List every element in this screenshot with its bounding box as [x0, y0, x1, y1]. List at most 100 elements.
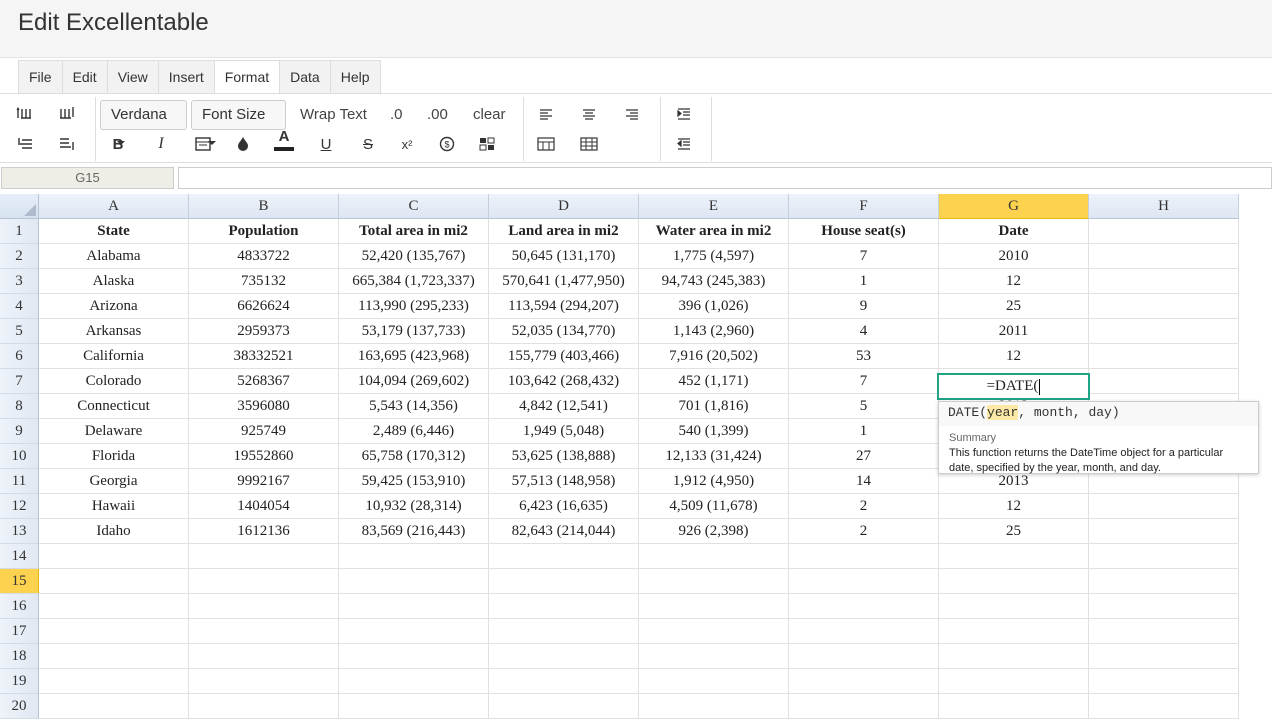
cell-e13[interactable]: 926 (2,398) [639, 519, 789, 544]
cell-e10[interactable]: 12,133 (31,424) [639, 444, 789, 469]
cell-d19[interactable] [489, 669, 639, 694]
cell-c13[interactable]: 83,569 (216,443) [339, 519, 489, 544]
cell-e11[interactable]: 1,912 (4,950) [639, 469, 789, 494]
cell-f6[interactable]: 53 [789, 344, 939, 369]
cell-h3[interactable] [1089, 269, 1239, 294]
cell-a11[interactable]: Georgia [39, 469, 189, 494]
cell-name-box[interactable]: G15 [1, 167, 174, 189]
cell-e20[interactable] [639, 694, 789, 719]
cell-f11[interactable]: 14 [789, 469, 939, 494]
cell-a3[interactable]: Alaska [39, 269, 189, 294]
cell-f15[interactable] [789, 569, 939, 594]
menu-tab-format[interactable]: Format [214, 61, 281, 94]
menu-tab-file[interactable]: File [19, 61, 63, 93]
cell-g16[interactable] [939, 594, 1089, 619]
menu-tab-view[interactable]: View [108, 61, 159, 93]
cell-e18[interactable] [639, 644, 789, 669]
underline-button[interactable]: U [312, 131, 340, 157]
border-icon[interactable] [189, 131, 217, 157]
cell-f14[interactable] [789, 544, 939, 569]
row-header-8[interactable]: 8 [0, 394, 39, 419]
cell-c1[interactable]: Total area in mi2 [339, 219, 489, 244]
cell-a19[interactable] [39, 669, 189, 694]
cell-d3[interactable]: 570,641 (1,477,950) [489, 269, 639, 294]
cell-c15[interactable] [339, 569, 489, 594]
cell-g17[interactable] [939, 619, 1089, 644]
cell-f17[interactable] [789, 619, 939, 644]
row-header-5[interactable]: 5 [0, 319, 39, 344]
formula-input[interactable] [178, 167, 1272, 189]
cell-a9[interactable]: Delaware [39, 419, 189, 444]
cell-a16[interactable] [39, 594, 189, 619]
cell-b20[interactable] [189, 694, 339, 719]
cell-c19[interactable] [339, 669, 489, 694]
italic-button[interactable]: I [147, 131, 175, 157]
cell-a14[interactable] [39, 544, 189, 569]
column-header-h[interactable]: H [1089, 194, 1239, 219]
cell-a10[interactable]: Florida [39, 444, 189, 469]
cell-f13[interactable]: 2 [789, 519, 939, 544]
cell-g20[interactable] [939, 694, 1089, 719]
cell-e14[interactable] [639, 544, 789, 569]
cell-g13[interactable]: 25 [939, 519, 1089, 544]
cell-d11[interactable]: 57,513 (148,958) [489, 469, 639, 494]
cell-h14[interactable] [1089, 544, 1239, 569]
cell-c10[interactable]: 65,758 (170,312) [339, 444, 489, 469]
cell-e6[interactable]: 7,916 (20,502) [639, 344, 789, 369]
cell-a2[interactable]: Alabama [39, 244, 189, 269]
column-header-f[interactable]: F [789, 194, 939, 219]
currency-icon[interactable]: $ [433, 131, 461, 157]
insert-column-right-icon[interactable] [53, 101, 81, 127]
row-header-19[interactable]: 19 [0, 669, 39, 694]
font-family-dropdown[interactable]: Verdana [100, 100, 187, 146]
cell-d18[interactable] [489, 644, 639, 669]
cell-b18[interactable] [189, 644, 339, 669]
text-color-button[interactable]: A [270, 127, 298, 153]
fill-color-icon[interactable] [229, 131, 257, 157]
cell-a15[interactable] [39, 569, 189, 594]
cell-a4[interactable]: Arizona [39, 294, 189, 319]
cell-d20[interactable] [489, 694, 639, 719]
cell-h2[interactable] [1089, 244, 1239, 269]
cell-c8[interactable]: 5,543 (14,356) [339, 394, 489, 419]
cell-e5[interactable]: 1,143 (2,960) [639, 319, 789, 344]
conditional-format-icon[interactable] [473, 131, 501, 157]
cell-g2[interactable]: 2010 [939, 244, 1089, 269]
cell-h17[interactable] [1089, 619, 1239, 644]
merge-cells-icon[interactable] [532, 131, 560, 157]
cell-h4[interactable] [1089, 294, 1239, 319]
cell-a7[interactable]: Colorado [39, 369, 189, 394]
cell-f16[interactable] [789, 594, 939, 619]
cell-e16[interactable] [639, 594, 789, 619]
cell-c2[interactable]: 52,420 (135,767) [339, 244, 489, 269]
active-cell-editor[interactable]: =DATE( [937, 373, 1090, 400]
menu-tab-help[interactable]: Help [331, 61, 380, 93]
clear-format-button[interactable]: clear [473, 100, 506, 130]
cell-b9[interactable]: 925749 [189, 419, 339, 444]
cell-h13[interactable] [1089, 519, 1239, 544]
font-size-dropdown[interactable]: Font Size [191, 100, 286, 146]
cell-d4[interactable]: 113,594 (294,207) [489, 294, 639, 319]
cell-h16[interactable] [1089, 594, 1239, 619]
cell-c4[interactable]: 113,990 (295,233) [339, 294, 489, 319]
cell-d1[interactable]: Land area in mi2 [489, 219, 639, 244]
cell-c11[interactable]: 59,425 (153,910) [339, 469, 489, 494]
cell-a6[interactable]: California [39, 344, 189, 369]
cell-h18[interactable] [1089, 644, 1239, 669]
cell-f19[interactable] [789, 669, 939, 694]
cell-e19[interactable] [639, 669, 789, 694]
cell-a1[interactable]: State [39, 219, 189, 244]
cell-b13[interactable]: 1612136 [189, 519, 339, 544]
cell-e2[interactable]: 1,775 (4,597) [639, 244, 789, 269]
row-header-18[interactable]: 18 [0, 644, 39, 669]
row-header-1[interactable]: 1 [0, 219, 39, 244]
cell-c16[interactable] [339, 594, 489, 619]
cell-f10[interactable]: 27 [789, 444, 939, 469]
column-header-g[interactable]: G [939, 194, 1089, 219]
cell-g5[interactable]: 2011 [939, 319, 1089, 344]
decrease-decimal-button[interactable]: .0 [390, 100, 403, 130]
cell-e9[interactable]: 540 (1,399) [639, 419, 789, 444]
row-header-11[interactable]: 11 [0, 469, 39, 494]
cell-g19[interactable] [939, 669, 1089, 694]
cell-f8[interactable]: 5 [789, 394, 939, 419]
